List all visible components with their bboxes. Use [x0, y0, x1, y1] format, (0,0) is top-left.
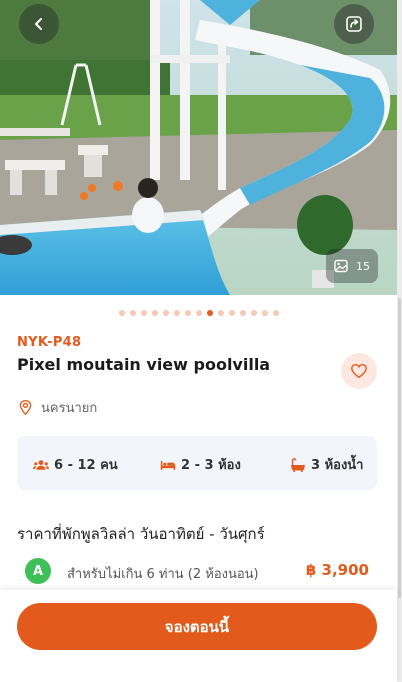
share-icon: [346, 16, 362, 32]
tier-price: ฿ 3,900: [305, 561, 369, 579]
price-heading: ราคาที่พักพูลวิลล่า วันอาทิตย์ - วันศุกร…: [17, 525, 265, 543]
specs-panel: 6 - 12 คน 2 - 3 ห้อง 3 ห้องน้ำ: [17, 436, 377, 490]
map-pin-icon: [19, 400, 32, 416]
heart-outline-icon: [351, 363, 367, 379]
spec-bathrooms: 3 ห้องน้ำ: [290, 454, 363, 475]
carousel-dot[interactable]: [118, 310, 125, 316]
carousel-dot[interactable]: [217, 310, 224, 316]
scrollbar[interactable]: [397, 0, 402, 682]
share-button[interactable]: [334, 4, 374, 44]
favorite-button[interactable]: [341, 353, 377, 389]
carousel-dot[interactable]: [250, 310, 257, 316]
tier-badge: A: [25, 558, 51, 584]
carousel-dot[interactable]: [228, 310, 235, 316]
tier-description: สำหรับไม่เกิน 6 ท่าน (2 ห้องนอน): [67, 567, 259, 582]
users-icon: [33, 459, 49, 470]
back-button[interactable]: [19, 4, 59, 44]
location: นครนายก: [17, 397, 97, 418]
bathtub-icon: [291, 457, 305, 472]
location-text: นครนายก: [41, 401, 98, 416]
spec-bathrooms-label: 3 ห้องน้ำ: [311, 458, 364, 473]
spec-bedrooms: 2 - 3 ห้อง: [160, 454, 241, 475]
carousel-dot[interactable]: [162, 310, 169, 316]
book-now-button[interactable]: จองตอนนี้: [17, 603, 377, 650]
bottom-bar: จองตอนนี้: [0, 590, 397, 682]
photo-count: 15: [356, 259, 370, 273]
spec-guests: 6 - 12 คน: [33, 454, 118, 475]
carousel-dot[interactable]: [173, 310, 180, 316]
carousel-dot[interactable]: [206, 310, 213, 316]
hero-photo[interactable]: 15: [0, 0, 397, 295]
listing-title: Pixel moutain view poolvilla: [17, 355, 271, 374]
carousel-dot[interactable]: [129, 310, 136, 316]
carousel-dot[interactable]: [184, 310, 191, 316]
carousel-dot[interactable]: [195, 310, 202, 316]
chevron-left-icon: [35, 18, 42, 30]
price-tier-row[interactable]: A สำหรับไม่เกิน 6 ท่าน (2 ห้องนอน) ฿ 3,9…: [17, 555, 377, 589]
spec-bedrooms-label: 2 - 3 ห้อง: [181, 458, 241, 473]
carousel-dot[interactable]: [151, 310, 158, 316]
carousel-dot[interactable]: [140, 310, 147, 316]
carousel-dot[interactable]: [239, 310, 246, 316]
bed-icon: [160, 460, 176, 470]
carousel-dots[interactable]: [0, 310, 397, 316]
carousel-dot[interactable]: [261, 310, 268, 316]
photo-count-badge[interactable]: 15: [326, 249, 378, 283]
carousel-dot[interactable]: [272, 310, 279, 316]
scrollbar-thumb[interactable]: [398, 298, 401, 598]
spec-guests-label: 6 - 12 คน: [54, 458, 118, 473]
image-icon: [334, 259, 348, 273]
listing-code: NYK-P48: [17, 335, 82, 350]
